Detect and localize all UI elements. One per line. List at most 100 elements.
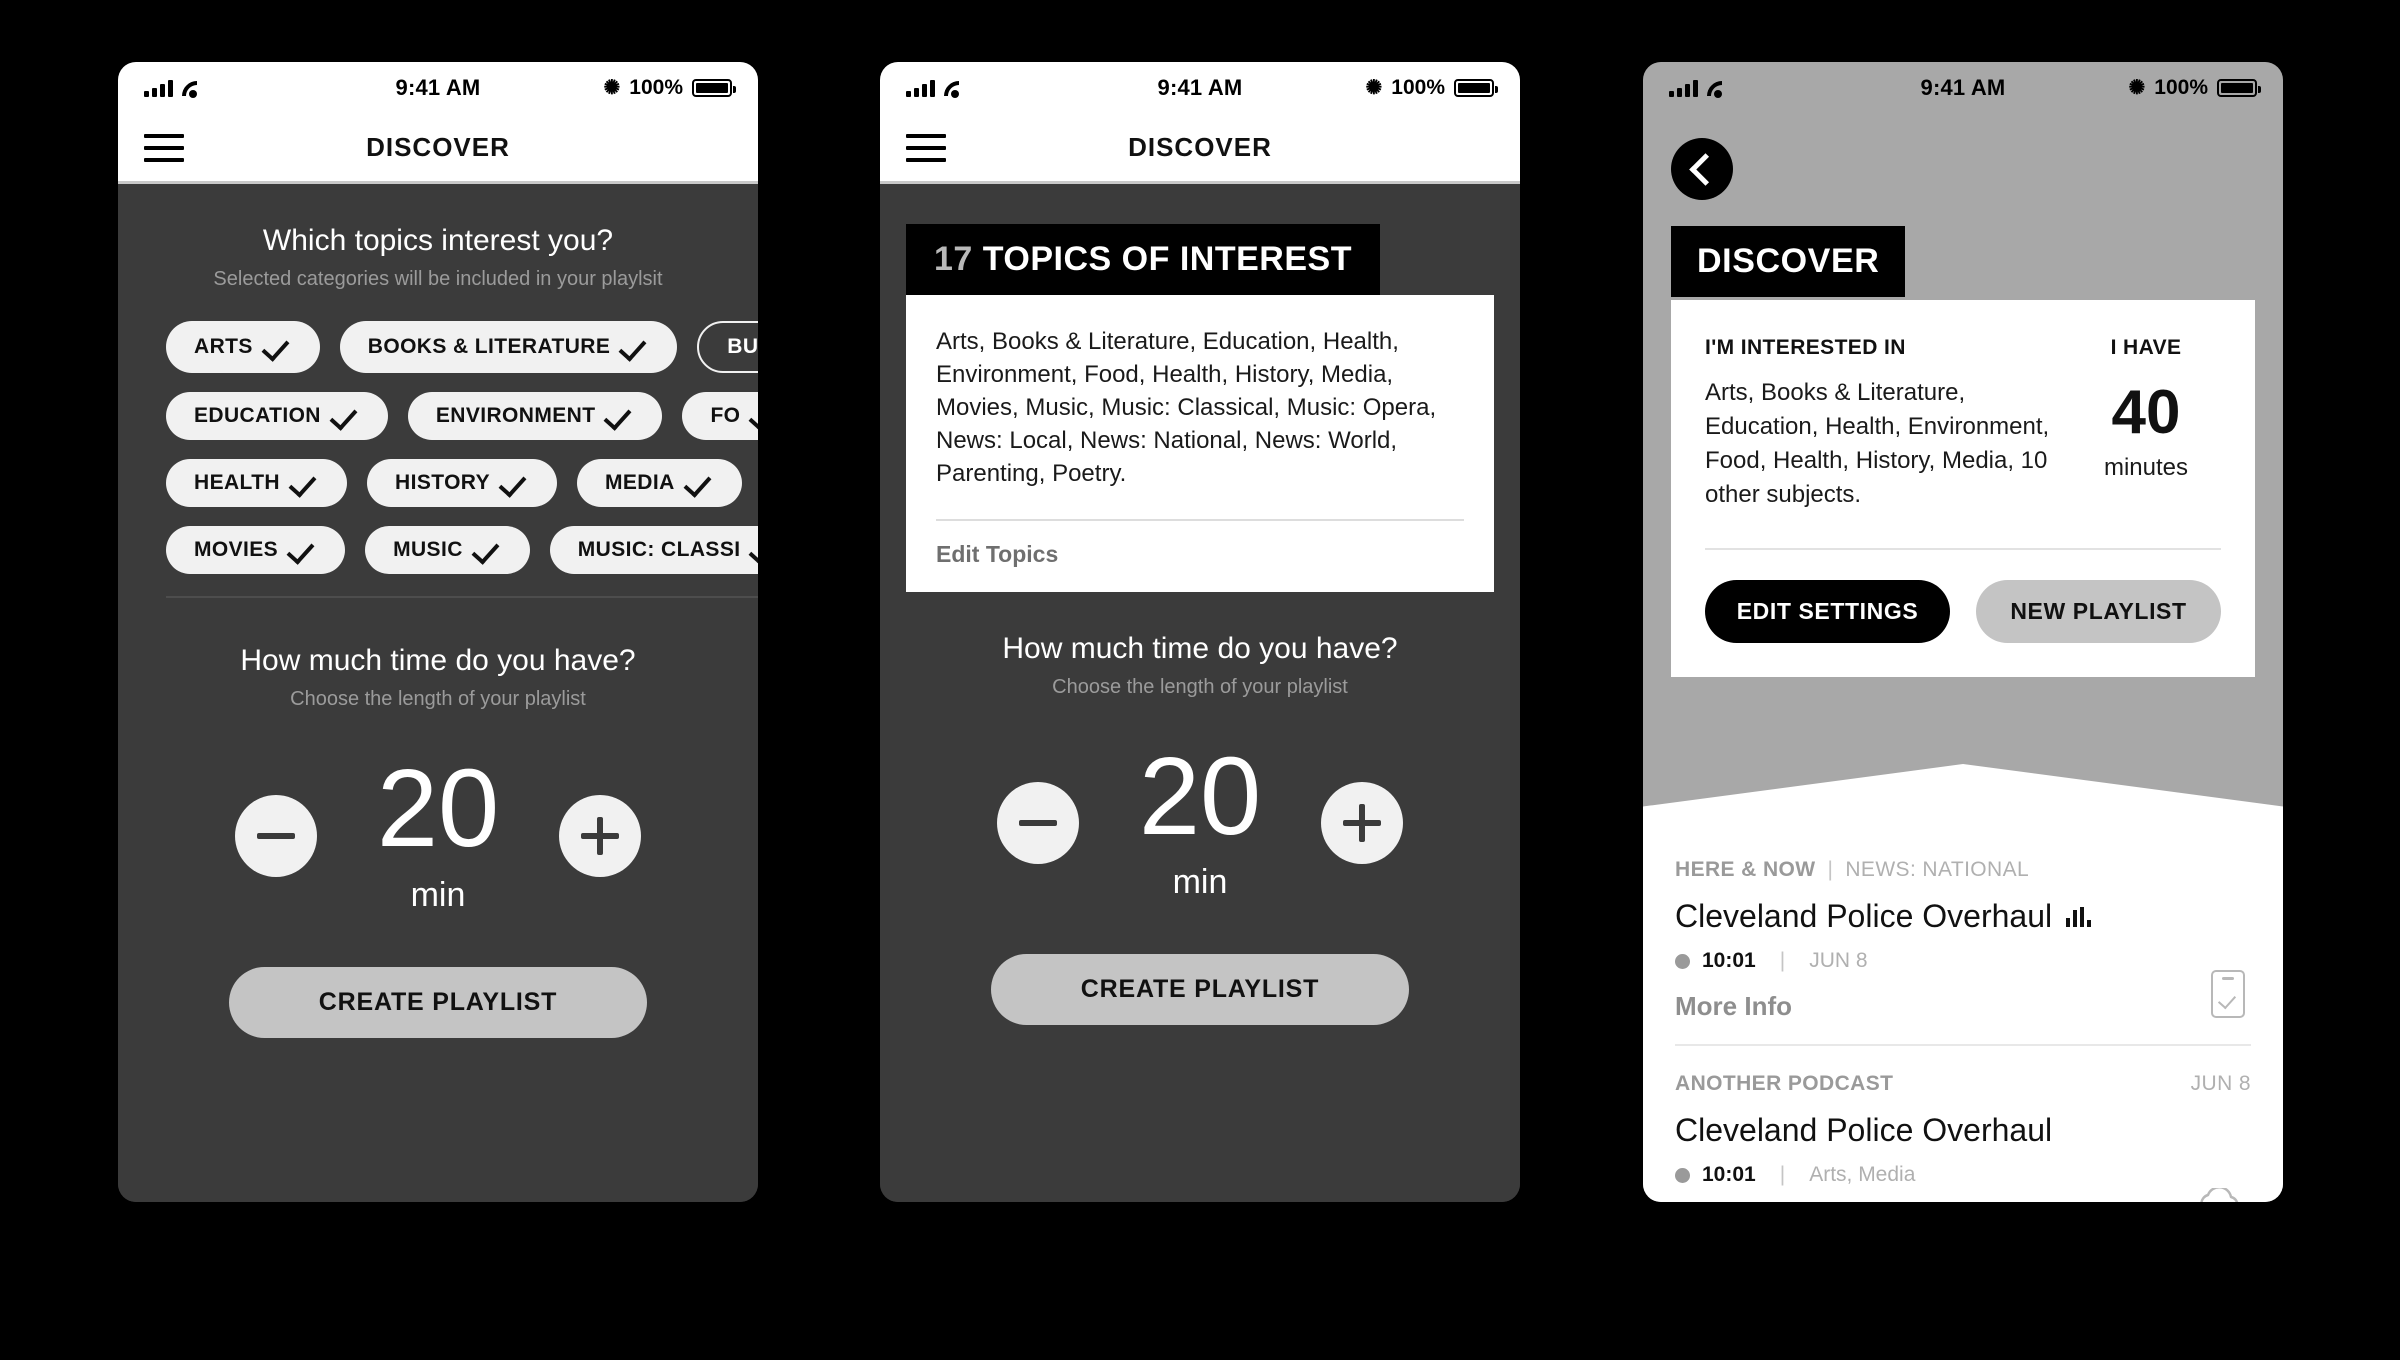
chip-row: ARTS BOOKS & LITERATURE BU	[166, 321, 758, 373]
podcast-title-row: Cleveland Police Overhaul	[1675, 1112, 2251, 1149]
check-icon	[291, 542, 317, 558]
separator: |	[1779, 949, 1786, 972]
summary-actions: EDIT SETTINGS NEW PLAYLIST	[1705, 580, 2221, 644]
new-playlist-button[interactable]: NEW PLAYLIST	[1976, 580, 2221, 644]
chip-label: EDUCATION	[194, 404, 321, 427]
podcast-header: HERE & NOW | NEWS: NATIONAL	[1675, 858, 2251, 882]
have-unit: minutes	[2103, 454, 2189, 481]
phone1-content: Which topics interest you? Selected cate…	[118, 184, 758, 1202]
minutes-stepper: 20 min	[118, 754, 758, 915]
nav-bar: DISCOVER	[118, 114, 758, 184]
interested-text: Arts, Books & Literature, Education, Hea…	[1705, 379, 2050, 509]
topic-chip-movies[interactable]: MOVIES	[166, 526, 346, 574]
device-check-icon[interactable]	[2211, 970, 2245, 1018]
podcast-categories: Arts, Media	[1809, 1163, 1916, 1186]
topic-chip-media[interactable]: MEDIA	[577, 459, 742, 507]
duration-block: I HAVE 40 minutes	[2071, 336, 2221, 482]
check-icon	[753, 408, 758, 424]
topic-chip-business[interactable]: BU	[697, 321, 758, 373]
cloud-download-icon[interactable]	[2193, 1188, 2245, 1202]
status-bar: 9:41 AM ✺ 100%	[1643, 62, 2283, 114]
chip-label: HISTORY	[395, 471, 490, 494]
podcast-duration: 10:01	[1702, 1163, 1756, 1186]
topic-chip-food[interactable]: FO	[682, 392, 758, 440]
increment-minutes-button[interactable]	[1321, 782, 1404, 865]
chip-row: MOVIES MUSIC MUSIC: CLASSI	[166, 526, 758, 574]
chip-label: ENVIRONMENT	[435, 404, 596, 427]
topic-chip-environment[interactable]: ENVIRONMENT	[407, 392, 663, 440]
create-playlist-button[interactable]: CREATE PLAYLIST	[991, 954, 1409, 1026]
unplayed-dot-icon	[1675, 1167, 1690, 1183]
podcast-date: JUN 8	[1809, 949, 1868, 972]
topics-card-body: Arts, Books & Literature, Education, Hea…	[906, 295, 1494, 592]
time-subheading: Choose the length of your playlist	[290, 688, 586, 710]
status-bar: 9:41 AM ✺ 100%	[880, 62, 1520, 114]
chip-label: BOOKS & LITERATURE	[367, 335, 611, 358]
podcast-header: ANOTHER PODCAST JUN 8	[1675, 1072, 2251, 1096]
topics-of-interest-card: 17 TOPICS OF INTEREST Arts, Books & Lite…	[906, 224, 1494, 592]
decrement-minutes-button[interactable]	[996, 782, 1079, 865]
check-icon	[503, 475, 529, 491]
nav-bar: DISCOVER	[880, 114, 1520, 184]
podcast-title: Cleveland Police Overhaul	[1675, 898, 2053, 934]
topic-chip-books-literature[interactable]: BOOKS & LITERATURE	[339, 321, 678, 373]
topics-subheading: Selected categories will be included in …	[213, 268, 663, 290]
podcast-date-right: JUN 8	[2190, 1072, 2251, 1095]
playlist-summary-card: I'M INTERESTED IN Arts, Books & Literatu…	[1671, 300, 2255, 678]
chip-label: HEALTH	[194, 471, 281, 494]
topic-chip-arts[interactable]: ARTS	[166, 321, 320, 373]
decrement-minutes-button[interactable]	[234, 794, 317, 877]
minutes-unit: min	[1172, 863, 1228, 902]
topic-chip-grid: ARTS BOOKS & LITERATURE BU EDUCATION ENV…	[118, 291, 758, 598]
topic-chip-music-classical[interactable]: MUSIC: CLASSI	[549, 526, 758, 574]
topic-chip-health[interactable]: HEALTH	[166, 459, 348, 507]
interests-block: I'M INTERESTED IN Arts, Books & Literatu…	[1705, 336, 2071, 512]
separator: |	[1827, 858, 1834, 881]
topic-chip-music[interactable]: MUSIC	[365, 526, 530, 574]
topic-chip-education[interactable]: EDUCATION	[166, 392, 388, 440]
chip-label: FO	[710, 404, 741, 427]
minutes-display: 20 min	[1138, 734, 1262, 903]
battery-icon	[692, 79, 736, 97]
minutes-stepper: 20 min	[880, 734, 1520, 903]
minutes-value: 20	[1138, 734, 1262, 858]
more-info-link[interactable]: More Info	[1675, 991, 2251, 1022]
time-heading: How much time do you have?	[1002, 631, 1398, 665]
phone-mockup-playlist: 9:41 AM ✺ 100% DISCOVER I'M INTERESTED I…	[1643, 62, 2283, 1202]
check-icon	[476, 542, 502, 558]
podcast-show-name: HERE & NOW	[1675, 858, 1816, 881]
create-playlist-button[interactable]: CREATE PLAYLIST	[229, 966, 647, 1038]
back-button[interactable]	[1671, 138, 1733, 200]
edit-topics-link[interactable]: Edit Topics	[936, 541, 1058, 567]
edit-settings-button[interactable]: EDIT SETTINGS	[1705, 580, 1950, 644]
list-item[interactable]: ANOTHER PODCAST JUN 8 Cleveland Police O…	[1675, 1046, 2251, 1202]
status-time: 9:41 AM	[1920, 75, 2006, 100]
podcast-category: NEWS: NATIONAL	[1845, 858, 2030, 881]
battery-icon	[1454, 79, 1498, 97]
interested-label: I'M INTERESTED IN	[1705, 336, 1906, 359]
phone2-content: 17 TOPICS OF INTEREST Arts, Books & Lite…	[880, 224, 1520, 1202]
topic-chip-history[interactable]: HISTORY	[367, 459, 557, 507]
phone3-content: DISCOVER I'M INTERESTED IN Arts, Books &…	[1643, 114, 2283, 1202]
time-section: How much time do you have? Choose the le…	[118, 598, 758, 1038]
check-icon	[334, 408, 360, 424]
podcast-title: Cleveland Police Overhaul	[1675, 1112, 2053, 1148]
podcast-show-name: ANOTHER PODCAST	[1675, 1072, 1894, 1095]
chip-label: MOVIES	[194, 538, 279, 561]
chip-label: MUSIC: CLASSI	[577, 538, 741, 561]
unplayed-dot-icon	[1675, 953, 1690, 969]
chip-row: EDUCATION ENVIRONMENT FO	[166, 392, 758, 440]
topics-banner: 17 TOPICS OF INTEREST	[906, 224, 1380, 295]
topics-banner-text: TOPICS OF INTEREST	[982, 240, 1352, 278]
topics-count: 17	[934, 240, 973, 278]
list-item[interactable]: HERE & NOW | NEWS: NATIONAL Cleveland Po…	[1675, 832, 2251, 1046]
have-label: I HAVE	[2110, 336, 2182, 359]
increment-minutes-button[interactable]	[559, 794, 642, 877]
check-icon	[293, 475, 319, 491]
podcast-duration: 10:01	[1702, 949, 1756, 972]
podcast-meta: 10:01 | JUN 8	[1675, 949, 2251, 973]
chip-label: BU	[727, 335, 758, 358]
check-icon	[688, 475, 714, 491]
check-icon	[266, 339, 292, 355]
equalizer-playing-icon	[2066, 906, 2092, 927]
